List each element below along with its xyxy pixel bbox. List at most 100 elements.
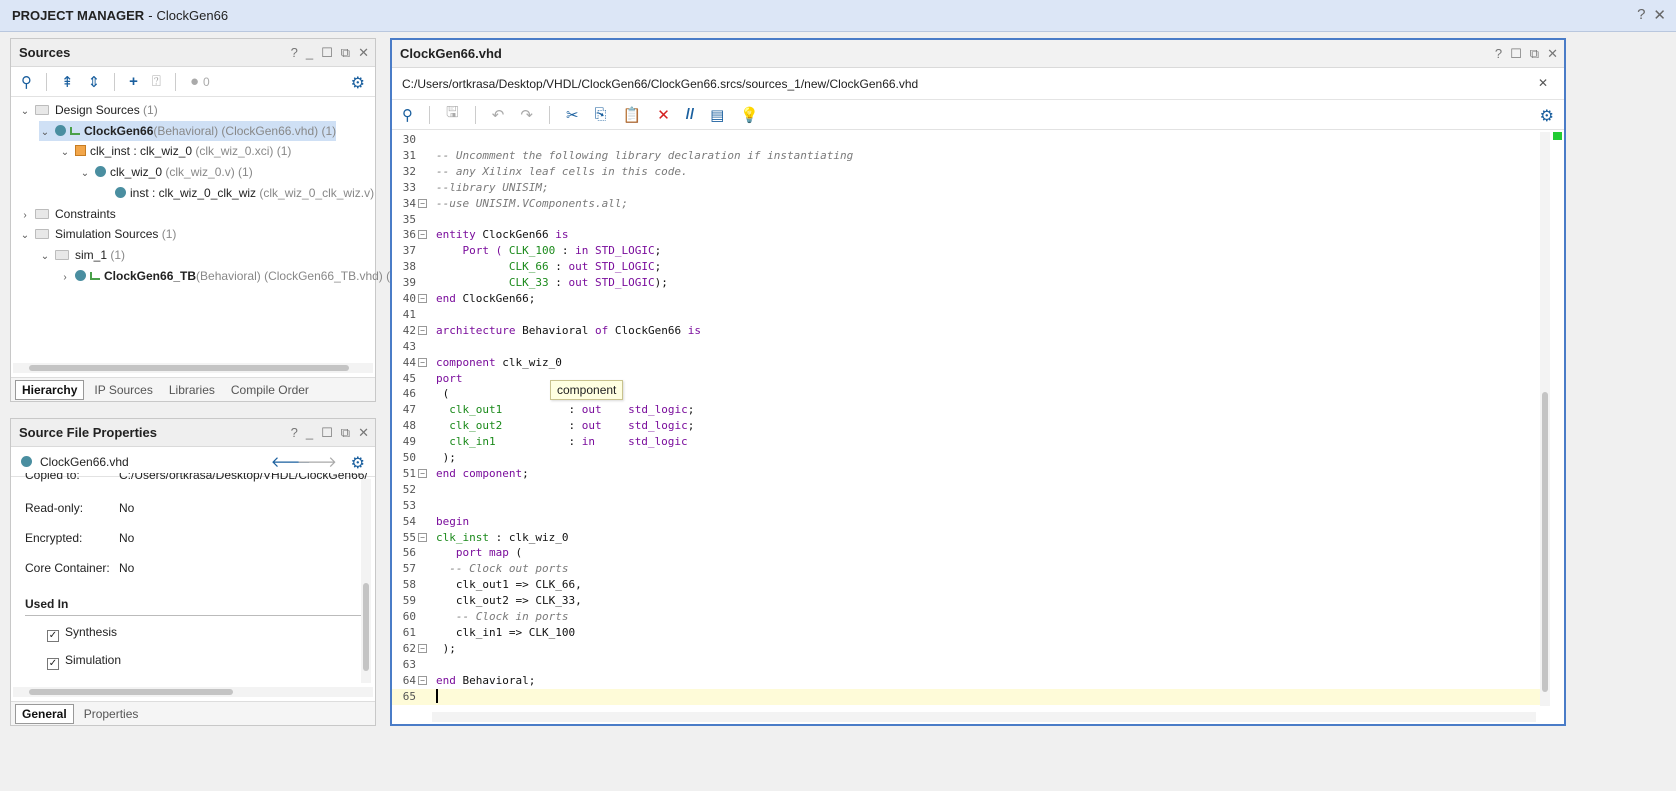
chevron-down-icon[interactable]: ⌄ [59, 143, 71, 163]
checkbox[interactable]: ✓ [47, 658, 59, 670]
sources-horizontal-scrollbar[interactable] [13, 363, 373, 373]
property-row: Read-only: No [25, 501, 134, 515]
float-icon[interactable]: ⧉ [1530, 46, 1539, 62]
fold-toggle-icon[interactable]: − [418, 325, 427, 335]
code-token: --library UNISIM; [436, 180, 549, 194]
editor-horizontal-scrollbar[interactable] [432, 712, 1536, 722]
close-icon[interactable]: ✕ [358, 425, 369, 441]
chevron-down-icon[interactable]: ⌄ [19, 226, 31, 246]
float-icon[interactable]: ⧉ [341, 45, 350, 61]
toolbar-separator [548, 105, 550, 124]
add-sources-icon[interactable]: + [129, 73, 138, 90]
tree-node[interactable]: ⌄ sim_1 (1) [39, 245, 125, 265]
float-icon[interactable]: ⧉ [341, 425, 350, 441]
used-in-item[interactable]: ✓ Synthesis [47, 625, 117, 642]
code-token: Behavioral [515, 323, 595, 337]
code-token: : [548, 260, 569, 274]
editor-vertical-scrollbar[interactable] [1540, 132, 1550, 706]
fold-toggle-icon[interactable]: − [418, 294, 427, 303]
close-icon[interactable]: ✕ [358, 45, 369, 61]
tab-general[interactable]: General [15, 703, 74, 724]
fold-toggle-icon[interactable]: − [418, 643, 427, 653]
editor-tab-title[interactable]: ClockGen66.vhd [400, 46, 502, 61]
search-icon[interactable]: ⚲ [402, 106, 413, 124]
gear-icon[interactable]: ⚙ [351, 73, 365, 93]
close-file-icon[interactable]: ✕ [1538, 76, 1548, 90]
chevron-down-icon[interactable]: ⌄ [19, 102, 31, 122]
tab-properties[interactable]: Properties [78, 705, 145, 723]
chevron-down-icon[interactable]: ⌄ [39, 123, 51, 143]
collapse-all-icon[interactable]: ⇞ [61, 73, 74, 91]
code-text: port map ( [436, 545, 522, 561]
undo-icon[interactable]: ↶ [492, 106, 505, 124]
tree-node[interactable]: ⌄ Design Sources (1) [19, 100, 158, 120]
search-icon[interactable]: ⚲ [21, 73, 32, 91]
tree-node-label: clk_inst : clk_wiz_0 [90, 144, 193, 159]
gear-icon[interactable]: ⚙ [1540, 106, 1554, 126]
properties-vertical-scrollbar[interactable] [361, 479, 371, 683]
properties-icon[interactable]: ⍰ [152, 73, 161, 90]
tree-node[interactable]: ⌄ clk_wiz_0 (clk_wiz_0.v) (1) [79, 162, 253, 182]
help-icon[interactable]: ? [1495, 46, 1502, 62]
expand-all-icon[interactable]: ⇕ [88, 73, 101, 91]
maximize-icon[interactable]: ☐ [321, 425, 333, 441]
properties-horizontal-scrollbar[interactable] [13, 687, 373, 697]
tree-node-detail: (clk_wiz_0_clk_wiz.v) [256, 185, 375, 200]
tree-node[interactable]: ⌄ ClockGen66(Behavioral) (ClockGen66.vhd)… [39, 120, 337, 143]
fold-toggle-icon[interactable]: − [418, 675, 427, 685]
fold-toggle-icon[interactable]: − [418, 468, 427, 478]
code-line: 53 [392, 498, 1550, 514]
redo-icon[interactable]: ↷ [520, 106, 533, 124]
code-token: begin [436, 514, 470, 528]
tab-compile-order[interactable]: Compile Order [225, 381, 315, 399]
tab-ip-sources[interactable]: IP Sources [88, 381, 158, 399]
paste-icon[interactable]: 📋 [623, 106, 642, 124]
code-token: is [687, 323, 701, 337]
close-icon[interactable]: ✕ [1547, 46, 1558, 62]
forward-arrow-icon[interactable]: 🡒 [297, 452, 337, 471]
fold-toggle-icon[interactable]: − [418, 532, 427, 542]
insert-template-icon[interactable]: ▤ [710, 106, 724, 124]
tree-node[interactable]: › ClockGen66_TB(Behavioral) (ClockGen66_T… [59, 266, 390, 286]
checkbox[interactable]: ✓ [47, 630, 59, 642]
code-line: 60 -- Clock in ports [392, 609, 1550, 625]
maximize-icon[interactable]: ☐ [321, 45, 333, 61]
chevron-down-icon[interactable]: ⌄ [79, 164, 91, 184]
tree-node[interactable]: inst : clk_wiz_0_clk_wiz (clk_wiz_0_clk_… [99, 183, 374, 203]
chevron-down-icon[interactable]: ⌄ [39, 247, 51, 267]
tree-node[interactable]: ⌄ Simulation Sources (1) [19, 224, 177, 246]
minimize-icon[interactable]: _ [306, 425, 313, 441]
help-icon[interactable]: ? [291, 425, 298, 441]
chevron-right-icon[interactable]: › [19, 206, 31, 226]
gear-icon[interactable]: ⚙ [351, 453, 365, 473]
code-text: CLK_66 : out STD_LOGIC; [436, 259, 661, 275]
used-in-item[interactable]: ✓ Simulation [47, 653, 121, 670]
fold-toggle-icon[interactable]: − [418, 198, 427, 208]
tree-node-label: ClockGen66_TB [104, 268, 197, 283]
lightbulb-icon[interactable]: 💡 [740, 106, 759, 124]
tree-node[interactable]: ⌄ clk_inst : clk_wiz_0 (clk_wiz_0.xci) (1… [59, 141, 292, 163]
tab-hierarchy[interactable]: Hierarchy [15, 379, 85, 400]
help-icon[interactable]: ? [1637, 6, 1645, 24]
minimize-icon[interactable]: _ [306, 45, 313, 61]
tree-node[interactable]: › Constraints [19, 204, 115, 226]
minimize-icon[interactable]: ☐ [1510, 46, 1522, 62]
code-line: 38 CLK_66 : out STD_LOGIC; [392, 259, 1550, 275]
help-icon[interactable]: ? [291, 45, 298, 61]
tab-libraries[interactable]: Libraries [163, 381, 221, 399]
code-token: out [568, 260, 589, 274]
code-editor[interactable]: 30 31 -- Uncomment the following library d… [392, 132, 1550, 706]
cut-icon[interactable]: ✂ [566, 106, 579, 124]
chevron-right-icon[interactable]: › [59, 268, 71, 288]
line-number: 30 [402, 133, 416, 146]
fold-toggle-icon[interactable]: − [418, 230, 427, 240]
copy-icon[interactable]: ⎘ [595, 106, 607, 123]
save-icon[interactable]: 🖫 [446, 102, 459, 127]
close-icon[interactable]: ✕ [1653, 6, 1666, 24]
line-number: 45 [402, 371, 416, 385]
fold-toggle-icon[interactable]: − [418, 357, 427, 367]
delete-icon[interactable]: ✕ [657, 106, 670, 124]
comment-toggle-icon[interactable]: // [686, 106, 694, 123]
used-in-label: Synthesis [65, 625, 118, 639]
line-number: 32 [402, 164, 416, 178]
